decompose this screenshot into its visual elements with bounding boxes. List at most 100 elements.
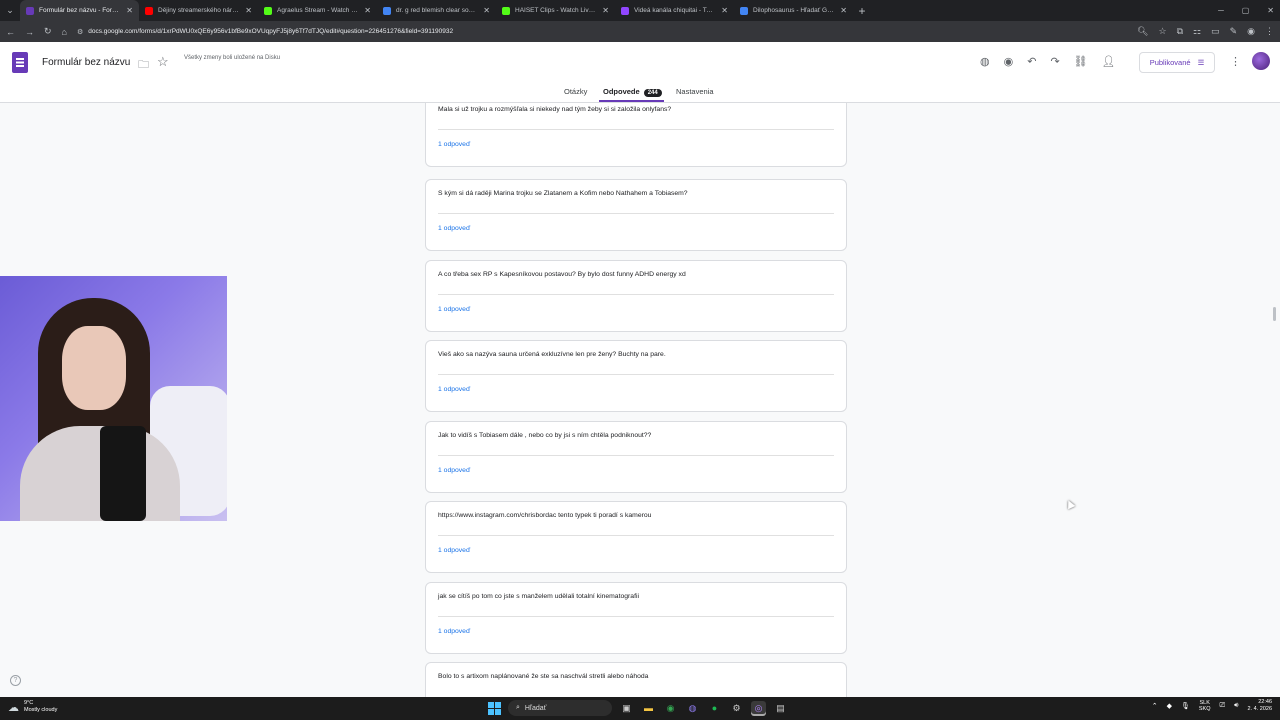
- form-tabs: Otázky Odpovede 244 Nastavenia: [0, 82, 1280, 103]
- edit-icon[interactable]: ✎: [1230, 26, 1238, 37]
- tab-favicon-icon: [621, 6, 629, 15]
- help-icon[interactable]: ?: [10, 675, 21, 686]
- card-divider: [438, 213, 834, 214]
- undo-icon[interactable]: ↶: [1027, 55, 1036, 68]
- minimize-icon[interactable]: ─: [1218, 6, 1224, 15]
- answer-count-link[interactable]: 1 odpoveď: [438, 306, 470, 313]
- reload-icon[interactable]: ↻: [44, 26, 52, 37]
- browser-tab[interactable]: Formulár bez názvu - Formulár ✕: [20, 0, 139, 21]
- palette-icon[interactable]: ◍: [980, 55, 990, 68]
- browser-tab[interactable]: Dilophosaurus - Hľadať Googl ✕: [734, 0, 853, 21]
- link-icon[interactable]: ⛓: [1074, 55, 1088, 68]
- zoom-icon[interactable]: 🔍︎: [1137, 26, 1148, 37]
- star-icon[interactable]: ☆: [157, 54, 169, 70]
- answer-count-link[interactable]: 1 odpoveď: [438, 628, 470, 635]
- taskbar-search[interactable]: ⌕ Hľadať: [508, 700, 612, 716]
- task-view-icon[interactable]: ▣: [619, 701, 634, 716]
- forms-header: Formulár bez názvu 🗀 ☆ Všetky zmeny boli…: [0, 42, 1280, 82]
- question-text: https://www.instagram.com/chrisbordac te…: [438, 512, 652, 519]
- tab-close-icon[interactable]: ✕: [840, 6, 847, 15]
- webcam-person-face: [62, 326, 126, 410]
- answer-count-link[interactable]: 1 odpoveď: [438, 547, 470, 554]
- tray-chevron-icon[interactable]: ⌃: [1152, 702, 1158, 710]
- browser-tab[interactable]: HAISET Clips - Watch Live on K ✕: [496, 0, 615, 21]
- scrollbar-thumb[interactable]: [1273, 307, 1276, 321]
- browser-tab[interactable]: Agraelus Stream - Watch Live o ✕: [258, 0, 377, 21]
- chrome-icon[interactable]: ◉: [663, 701, 678, 716]
- question-text: A co třeba sex RP s Kapesníkovou postavo…: [438, 271, 686, 278]
- extensions-puzzle-icon[interactable]: ⚏: [1193, 26, 1201, 37]
- extension-icon[interactable]: ⧉: [1177, 26, 1183, 37]
- tab-close-icon[interactable]: ✕: [245, 6, 252, 15]
- avatar[interactable]: [1252, 52, 1270, 70]
- browser-tab[interactable]: Dějiny streamerského národa ✕: [139, 0, 258, 21]
- maximize-icon[interactable]: ▢: [1242, 6, 1250, 15]
- tab-search-icon[interactable]: ⌄: [0, 0, 20, 21]
- response-card: jak se cítíš po tom co jste s manželem u…: [425, 582, 847, 654]
- google-forms-logo[interactable]: [12, 52, 28, 73]
- search-icon: ⌕: [516, 704, 520, 711]
- language-indicator[interactable]: SLK SKQ: [1199, 700, 1211, 712]
- cloud-icon: ☁: [8, 701, 19, 714]
- published-button[interactable]: Publikované ☰: [1139, 52, 1215, 73]
- microphone-icon[interactable]: 🎙︎: [1181, 702, 1190, 710]
- taskbar-search-label: Hľadať: [524, 704, 547, 712]
- notepad-icon[interactable]: ▤: [773, 701, 788, 716]
- tab-close-icon[interactable]: ✕: [602, 6, 609, 15]
- tab-settings[interactable]: Nastavenia: [676, 87, 714, 96]
- clock[interactable]: 22:46 2. 4. 2026: [1248, 699, 1272, 713]
- back-icon[interactable]: ←: [6, 27, 15, 37]
- sidebar-icon[interactable]: ▭: [1211, 26, 1220, 37]
- more-options-icon[interactable]: ⋮: [1230, 55, 1241, 68]
- forward-icon[interactable]: →: [25, 27, 34, 37]
- tab-close-icon[interactable]: ✕: [126, 6, 133, 15]
- browser-tab-strip: ⌄ Formulár bez názvu - Formulár ✕ Dějiny s…: [0, 0, 1280, 21]
- response-card: Bolo to s artixom naplánované že ste sa …: [425, 662, 847, 697]
- weather-widget[interactable]: ☁ 9°C Mostly cloudy: [8, 700, 57, 714]
- new-tab-button[interactable]: +: [853, 4, 871, 18]
- spotify-icon[interactable]: ●: [707, 701, 722, 716]
- settings-gear-icon[interactable]: ⚙: [729, 701, 744, 716]
- response-card: Jak to vidíš s Tobiasem dále , nebo co b…: [425, 421, 847, 493]
- answer-count-link[interactable]: 1 odpoveď: [438, 225, 470, 232]
- weather-temp: 9°C: [24, 700, 34, 706]
- file-explorer-icon[interactable]: ▬: [641, 701, 656, 716]
- tab-close-icon[interactable]: ✕: [483, 6, 490, 15]
- network-icon[interactable]: ⎚: [1220, 702, 1226, 710]
- browser-menu-icon[interactable]: ⋮: [1265, 26, 1274, 37]
- volume-icon[interactable]: 🔊︎: [1234, 702, 1238, 710]
- profile-icon[interactable]: ◉: [1247, 26, 1255, 37]
- messenger-icon[interactable]: ◍: [685, 701, 700, 716]
- add-collaborator-icon[interactable]: 👤︎: [1102, 55, 1116, 68]
- url-field[interactable]: ⚙ docs.google.com/forms/d/1xrPdWU0xQE6y9…: [77, 24, 1127, 39]
- obs-icon[interactable]: ◎: [751, 700, 766, 716]
- tab-close-icon[interactable]: ✕: [721, 6, 728, 15]
- home-icon[interactable]: ⌂: [62, 27, 67, 37]
- weather-text: 9°C Mostly cloudy: [24, 700, 57, 714]
- answer-count-link[interactable]: 1 odpoveď: [438, 386, 470, 393]
- question-text: Vieš ako sa nazýva sauna určená exkluzív…: [438, 351, 666, 358]
- form-title[interactable]: Formulár bez názvu: [42, 57, 130, 68]
- tab-favicon-icon: [264, 6, 272, 15]
- redo-icon[interactable]: ↷: [1050, 55, 1059, 68]
- preview-eye-icon[interactable]: ◉: [1004, 55, 1014, 68]
- response-card: S kým si dá raději Marina trojku se Zlat…: [425, 179, 847, 251]
- site-info-icon[interactable]: ⚙: [77, 28, 83, 36]
- answer-count-link[interactable]: 1 odpoveď: [438, 141, 470, 148]
- answer-count-link[interactable]: 1 odpoveď: [438, 467, 470, 474]
- card-divider: [438, 455, 834, 456]
- tray-app-icon[interactable]: ◆: [1167, 702, 1172, 710]
- close-window-icon[interactable]: ✕: [1267, 6, 1274, 15]
- start-icon[interactable]: [488, 701, 501, 715]
- tab-close-icon[interactable]: ✕: [364, 6, 371, 15]
- taskbar-apps: ⌕ Hľadať ▣ ▬ ◉ ◍ ● ⚙ ◎ ▤: [488, 700, 788, 716]
- tab-responses[interactable]: Odpovede 244: [603, 87, 662, 97]
- browser-tab[interactable]: dr. g red blemish clear soothin ✕: [377, 0, 496, 21]
- folder-icon[interactable]: 🗀: [138, 56, 149, 75]
- bookmark-star-icon[interactable]: ☆: [1158, 26, 1166, 37]
- window-controls: ─ ▢ ✕: [1218, 0, 1274, 21]
- tab-questions[interactable]: Otázky: [564, 87, 587, 96]
- clock-date: 2. 4. 2026: [1247, 706, 1272, 712]
- browser-tab[interactable]: Videá kanála chiquitai - Twitch ✕: [615, 0, 734, 21]
- save-status: Všetky zmeny boli uložené na Disku: [184, 55, 281, 61]
